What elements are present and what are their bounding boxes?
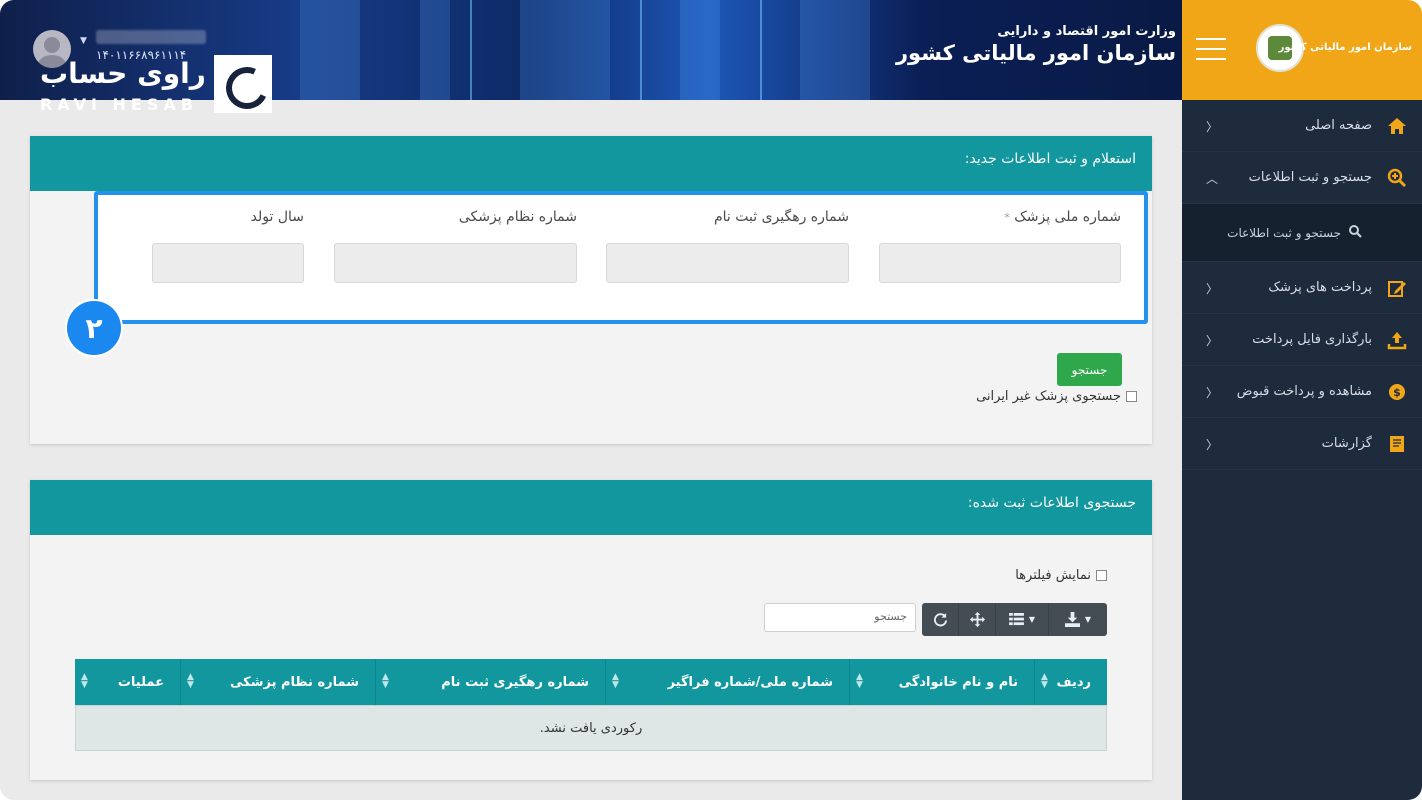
coin-icon: $ [1386, 381, 1408, 403]
chevron-left-icon: 〈 [1206, 282, 1219, 296]
column-header-operations[interactable]: عملیات ▲ ▼ [75, 659, 180, 705]
national-id-input[interactable] [879, 243, 1121, 283]
edit-icon [1386, 277, 1408, 299]
registration-tracking-label: شماره رهگیری ثبت نام [713, 209, 849, 225]
logo-text-en: RAVI HESAB [40, 95, 198, 114]
foreign-doctor-checkbox[interactable] [1126, 391, 1137, 402]
birth-year-input[interactable] [152, 243, 304, 283]
registration-tracking-field: شماره رهگیری ثبت نام [606, 209, 849, 283]
column-header-national-id[interactable]: شماره ملی/شماره فراگیر ▲ ▼ [605, 659, 849, 705]
birth-year-field: سال تولد [152, 209, 304, 283]
drag-columns-button[interactable] [959, 603, 996, 636]
svg-text:$: $ [1393, 386, 1401, 399]
medical-council-number-label: شماره نظام پزشکی [458, 209, 577, 225]
foreign-doctor-checkbox-row[interactable]: جستجوی پزشک غیر ایرانی [976, 389, 1137, 404]
sidebar-item-view-pay-bills[interactable]: $ مشاهده و پرداخت قبوض 〈 [1182, 366, 1422, 418]
sidebar-item-doctor-payments[interactable]: پرداخت های پزشک 〈 [1182, 262, 1422, 314]
sidebar-item-upload-payment-file[interactable]: بارگذاری فایل پرداخت 〈 [1182, 314, 1422, 366]
sort-icon: ▲ ▼ [612, 672, 619, 690]
national-id-field: شماره ملی پزشک * [879, 209, 1121, 283]
app-window: وزارت امور اقتصاد و دارایی سازمان امور م… [0, 0, 1422, 800]
sidebar-org-label: سازمان امور مالیاتی کشور [1278, 42, 1412, 53]
column-header-tracking-number[interactable]: شماره رهگیری ثبت نام ▲ ▼ [375, 659, 605, 705]
foreign-doctor-label: جستجوی پزشک غیر ایرانی [976, 389, 1121, 404]
caret-down-icon: ▼ [1028, 615, 1036, 624]
logo-text-fa: راوی حساب [40, 57, 206, 90]
hamburger-menu-icon[interactable] [1196, 38, 1226, 68]
logo-mark-icon [214, 55, 272, 113]
upload-icon [1386, 329, 1408, 351]
national-id-label: شماره ملی پزشک * [1004, 209, 1121, 225]
required-marker: * [1004, 211, 1010, 224]
chevron-left-icon: 〈 [1206, 120, 1219, 134]
registration-tracking-input[interactable] [606, 243, 849, 283]
column-header-medical-council-number[interactable]: شماره نظام پزشکی ▲ ▼ [180, 659, 375, 705]
sort-icon: ▲ ▼ [382, 672, 389, 690]
medical-council-number-field: شماره نظام پزشکی [334, 209, 577, 283]
inquiry-fields-highlight: شماره ملی پزشک * شماره رهگیری ثبت نام شم… [94, 191, 1148, 324]
birth-year-label: سال تولد [250, 209, 304, 225]
step-badge: ۲ [67, 301, 121, 355]
refresh-button[interactable] [922, 603, 959, 636]
export-menu-button[interactable]: ▼ [1049, 603, 1107, 636]
table-search-input[interactable]: جستجو [764, 603, 916, 632]
sort-icon: ▲ ▼ [81, 672, 88, 690]
refresh-icon [933, 612, 947, 627]
ministry-name: وزارت امور اقتصاد و دارایی [997, 24, 1176, 39]
home-icon [1386, 115, 1408, 137]
ravi-hesab-logo: راوی حساب RAVI HESAB [32, 55, 272, 115]
org-title: سازمان امور مالیاتی کشور [895, 41, 1176, 65]
records-table: ردیف ▲ ▼ نام و نام خانوادگی ▲ ▼ شماره ملی/… [75, 659, 1107, 751]
show-filters-checkbox-row[interactable]: نمایش فیلترها [1015, 568, 1107, 583]
user-name-blurred [96, 30, 206, 44]
book-icon [1386, 433, 1408, 455]
banner-title: وزارت امور اقتصاد و دارایی سازمان امور م… [896, 24, 1176, 65]
sidebar-item-reports[interactable]: گزارشات 〈 [1182, 418, 1422, 470]
medical-council-number-input[interactable] [334, 243, 577, 283]
table-header: ردیف ▲ ▼ نام و نام خانوادگی ▲ ▼ شماره ملی/… [75, 659, 1107, 705]
sidebar-subitem-label: جستجو و ثبت اطلاعات [1227, 225, 1341, 240]
move-icon [969, 612, 985, 627]
sort-icon: ▲ ▼ [1041, 672, 1048, 690]
sort-icon: ▲ ▼ [187, 672, 194, 690]
sidebar: صفحه اصلی 〈 جستجو و ثبت اطلاعات ︿ جستجو … [1182, 100, 1422, 800]
chevron-left-icon: 〈 [1206, 334, 1219, 348]
download-icon [1064, 612, 1080, 627]
search-plus-icon [1386, 167, 1408, 189]
sidebar-header: سازمان امور مالیاتی کشور [1182, 0, 1422, 100]
inquiry-panel-title: استعلام و ثبت اطلاعات جدید: [30, 136, 1152, 191]
caret-down-icon: ▼ [1084, 615, 1092, 624]
column-header-full-name[interactable]: نام و نام خانوادگی ▲ ▼ [849, 659, 1034, 705]
chevron-left-icon: 〈 [1206, 438, 1219, 452]
show-filters-checkbox[interactable] [1096, 570, 1107, 581]
empty-table-row: رکوردی یافت نشد. [75, 705, 1107, 751]
user-menu-caret-icon[interactable]: ▼ [80, 36, 87, 46]
sort-icon: ▲ ▼ [856, 672, 863, 690]
sidebar-item-home[interactable]: صفحه اصلی 〈 [1182, 100, 1422, 152]
chevron-left-icon: 〈 [1206, 386, 1219, 400]
search-button[interactable]: جستجو [1057, 353, 1122, 386]
list-icon [1008, 613, 1024, 626]
show-filters-label: نمایش فیلترها [1015, 568, 1091, 583]
search-icon [1349, 224, 1362, 241]
sidebar-item-search-register[interactable]: جستجو و ثبت اطلاعات ︿ [1182, 152, 1422, 204]
sidebar-subitem-search-register[interactable]: جستجو و ثبت اطلاعات [1182, 204, 1422, 262]
table-toolbar: ▼ ▼ [922, 603, 1107, 636]
records-panel-title: جستجوی اطلاعات ثبت شده: [30, 480, 1152, 535]
chevron-up-icon: ︿ [1206, 172, 1219, 186]
columns-menu-button[interactable]: ▼ [996, 603, 1049, 636]
column-header-row-number[interactable]: ردیف ▲ ▼ [1034, 659, 1107, 705]
